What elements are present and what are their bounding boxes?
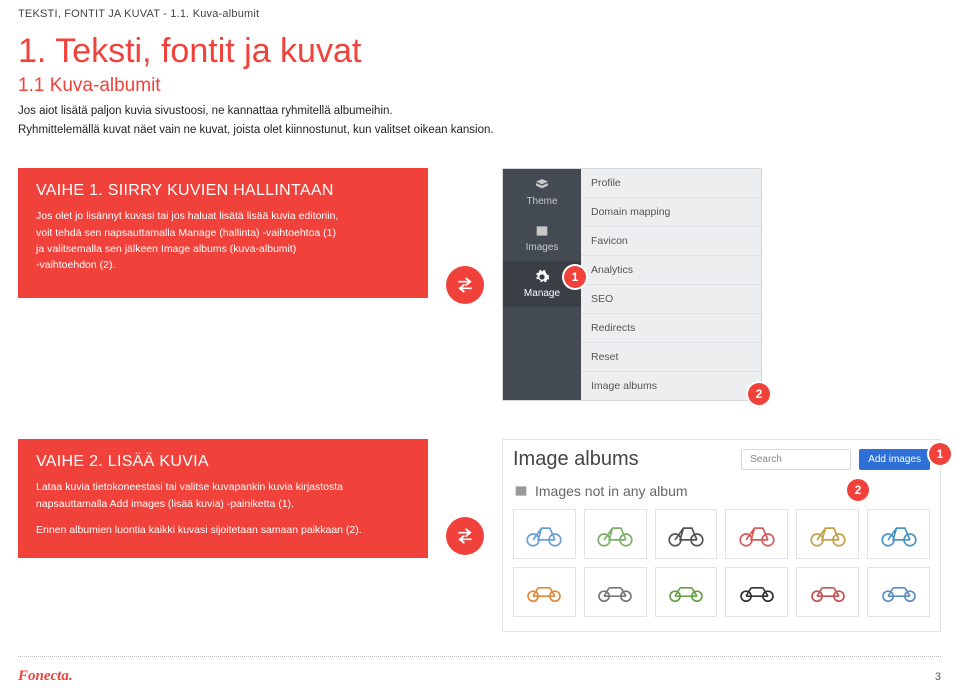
page-subtitle: 1.1 Kuva-albumit xyxy=(18,75,941,97)
sidebar-item-theme[interactable]: Theme xyxy=(503,169,581,215)
page-number: 3 xyxy=(935,671,941,683)
image-thumb[interactable] xyxy=(725,567,788,617)
step1-body: voit tehdä sen napsauttamalla Manage (ha… xyxy=(36,225,410,241)
sidebar-label: Theme xyxy=(526,196,557,207)
step2-screenshot: Image albums Search Add images Images no… xyxy=(502,439,941,632)
image-thumb[interactable] xyxy=(584,567,647,617)
image-thumb[interactable] xyxy=(796,509,859,559)
menu-item-analytics[interactable]: Analytics xyxy=(581,256,761,285)
swap-icon xyxy=(446,517,484,555)
step2-body: napsauttamalla Add images (lisää kuvia) … xyxy=(36,496,410,512)
menu-item-domain-mapping[interactable]: Domain mapping xyxy=(581,198,761,227)
gear-icon xyxy=(534,269,550,285)
swap-icon xyxy=(446,266,484,304)
step2-box: VAIHE 2. LISÄÄ KUVIA Lataa kuvia tietoko… xyxy=(18,439,428,558)
image-thumb[interactable] xyxy=(796,567,859,617)
sidebar-item-images[interactable]: Images xyxy=(503,215,581,261)
image-thumb[interactable] xyxy=(867,567,930,617)
menu-item-redirects[interactable]: Redirects xyxy=(581,314,761,343)
step2-body: Lataa kuvia tietokoneestasi tai valitse … xyxy=(36,479,410,495)
theme-icon xyxy=(534,177,550,193)
albums-heading: Image albums xyxy=(513,448,733,471)
image-thumb[interactable] xyxy=(513,509,576,559)
step1-title: VAIHE 1. SIIRRY KUVIEN HALLINTAAN xyxy=(36,182,410,200)
image-thumb[interactable] xyxy=(725,509,788,559)
footer-divider xyxy=(18,656,941,657)
thumbnail-grid xyxy=(513,509,930,617)
intro-text-line: Jos aiot lisätä paljon kuvia sivustoosi,… xyxy=(18,103,941,120)
step1-screenshot: Theme Images Manage Profile Domain mappi… xyxy=(502,168,762,401)
step1-box: VAIHE 1. SIIRRY KUVIEN HALLINTAAN Jos ol… xyxy=(18,168,428,298)
step1-body: -vaihtoehdon (2). xyxy=(36,257,410,273)
step1-body: ja valitsemalla sen jälkeen Image albums… xyxy=(36,241,410,257)
page-title: 1. Teksti, fontit ja kuvat xyxy=(18,32,941,71)
image-thumb[interactable] xyxy=(513,567,576,617)
step1-body: Jos olet jo lisännyt kuvasi tai jos halu… xyxy=(36,208,410,224)
sidebar-label: Images xyxy=(526,242,559,253)
step2-body: Ennen albumien luontia kaikki kuvasi sij… xyxy=(36,522,410,538)
images-icon xyxy=(534,223,550,239)
step2-title: VAIHE 2. LISÄÄ KUVIA xyxy=(36,453,410,471)
menu-item-image-albums[interactable]: Image albums xyxy=(581,372,761,400)
album-icon xyxy=(513,483,529,499)
menu-item-reset[interactable]: Reset xyxy=(581,343,761,372)
image-thumb[interactable] xyxy=(867,509,930,559)
sub-album-title: Images not in any album xyxy=(535,483,688,499)
callout-badge-2: 2 xyxy=(748,383,770,405)
image-thumb[interactable] xyxy=(655,509,718,559)
search-input[interactable]: Search xyxy=(741,449,851,470)
menu-item-profile[interactable]: Profile xyxy=(581,169,761,198)
sidebar-label: Manage xyxy=(524,288,560,299)
menu-item-favicon[interactable]: Favicon xyxy=(581,227,761,256)
breadcrumb: TEKSTI, FONTIT JA KUVAT - 1.1. Kuva-albu… xyxy=(18,8,941,20)
intro-text-line: Ryhmittelemällä kuvat näet vain ne kuvat… xyxy=(18,122,941,139)
image-thumb[interactable] xyxy=(584,509,647,559)
menu-item-seo[interactable]: SEO xyxy=(581,285,761,314)
add-images-button[interactable]: Add images xyxy=(859,449,930,470)
callout-badge-1: 1 xyxy=(929,443,951,465)
image-thumb[interactable] xyxy=(655,567,718,617)
brand-logo: Fonecta. xyxy=(18,668,73,685)
